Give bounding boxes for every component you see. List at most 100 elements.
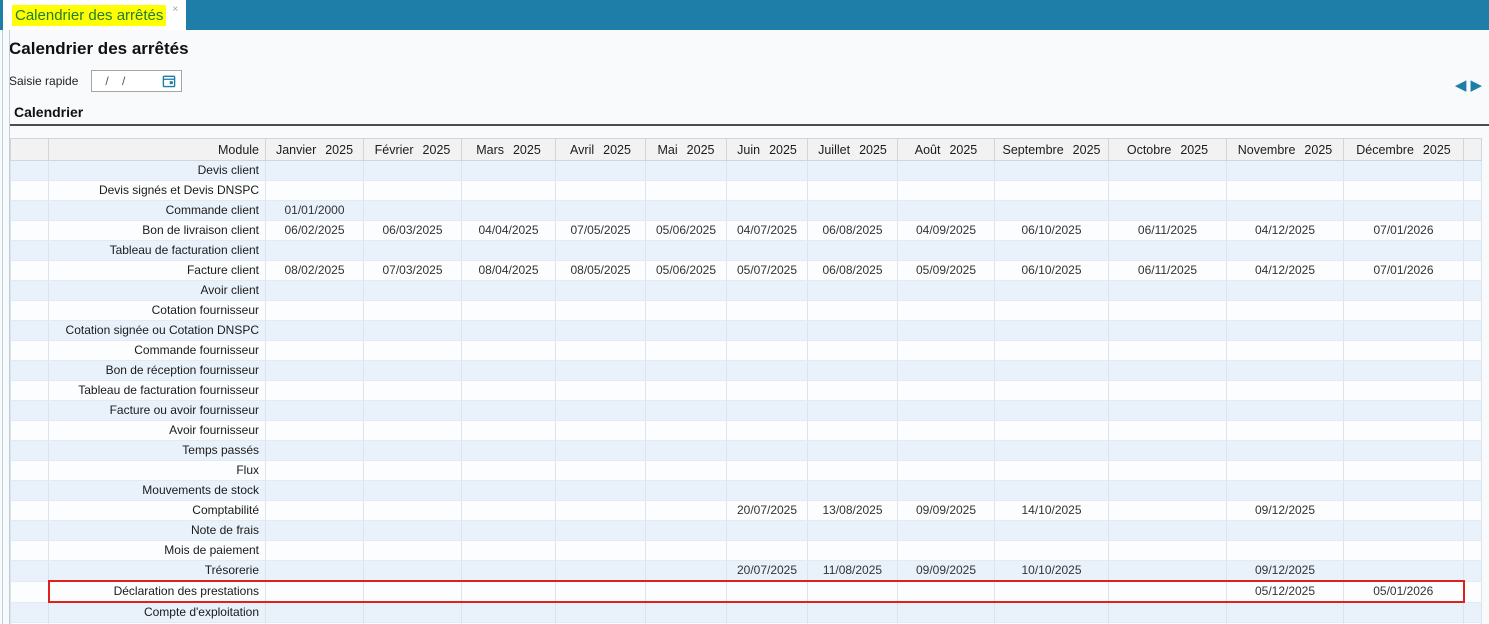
date-cell[interactable] — [556, 361, 646, 381]
date-cell[interactable] — [646, 241, 727, 261]
date-cell[interactable] — [808, 381, 898, 401]
row-selector[interactable] — [11, 261, 49, 281]
date-cell[interactable] — [1109, 381, 1227, 401]
date-cell[interactable] — [1227, 521, 1344, 541]
date-cell[interactable]: 06/03/2025 — [364, 221, 462, 241]
date-cell[interactable] — [1344, 241, 1464, 261]
date-cell[interactable] — [1344, 401, 1464, 421]
date-cell[interactable]: 08/05/2025 — [556, 261, 646, 281]
date-cell[interactable] — [995, 381, 1109, 401]
date-cell[interactable] — [266, 301, 364, 321]
date-cell[interactable] — [1109, 481, 1227, 501]
date-cell[interactable] — [364, 301, 462, 321]
date-cell[interactable] — [364, 421, 462, 441]
date-cell[interactable]: 04/09/2025 — [898, 221, 995, 241]
date-cell[interactable] — [266, 441, 364, 461]
calendar-icon[interactable] — [162, 74, 176, 88]
date-cell[interactable]: 05/09/2025 — [898, 261, 995, 281]
date-cell[interactable] — [266, 361, 364, 381]
date-cell[interactable] — [727, 401, 808, 421]
date-cell[interactable] — [1109, 521, 1227, 541]
date-cell[interactable] — [1344, 181, 1464, 201]
date-cell[interactable] — [898, 201, 995, 221]
date-cell[interactable] — [727, 321, 808, 341]
date-cell[interactable]: 20/07/2025 — [727, 501, 808, 521]
date-cell[interactable] — [1109, 321, 1227, 341]
date-cell[interactable]: 06/10/2025 — [995, 221, 1109, 241]
date-cell[interactable]: 14/10/2025 — [995, 501, 1109, 521]
date-cell[interactable] — [556, 481, 646, 501]
date-cell[interactable] — [1344, 441, 1464, 461]
date-cell[interactable] — [364, 181, 462, 201]
date-cell[interactable] — [266, 321, 364, 341]
date-cell[interactable]: 09/09/2025 — [898, 561, 995, 582]
date-cell[interactable] — [995, 181, 1109, 201]
date-cell[interactable] — [1109, 281, 1227, 301]
date-cell[interactable] — [727, 541, 808, 561]
date-cell[interactable] — [898, 241, 995, 261]
date-cell[interactable]: 07/05/2025 — [556, 221, 646, 241]
date-cell[interactable] — [808, 281, 898, 301]
date-cell[interactable] — [556, 521, 646, 541]
date-cell[interactable] — [1344, 281, 1464, 301]
date-cell[interactable] — [462, 441, 556, 461]
date-cell[interactable] — [556, 581, 646, 602]
date-cell[interactable]: 06/11/2025 — [1109, 221, 1227, 241]
date-cell[interactable] — [1227, 461, 1344, 481]
date-cell[interactable] — [1109, 461, 1227, 481]
date-cell[interactable]: 20/07/2025 — [727, 561, 808, 582]
date-cell[interactable] — [995, 301, 1109, 321]
row-selector[interactable] — [11, 281, 49, 301]
date-cell[interactable] — [462, 521, 556, 541]
date-cell[interactable] — [646, 541, 727, 561]
date-cell[interactable] — [727, 381, 808, 401]
date-cell[interactable] — [462, 501, 556, 521]
date-cell[interactable] — [1109, 441, 1227, 461]
date-cell[interactable] — [462, 581, 556, 602]
date-cell[interactable] — [808, 481, 898, 501]
date-cell[interactable] — [727, 421, 808, 441]
date-cell[interactable] — [727, 521, 808, 541]
date-cell[interactable] — [1344, 361, 1464, 381]
row-selector[interactable] — [11, 481, 49, 501]
date-cell[interactable] — [1344, 501, 1464, 521]
date-cell[interactable] — [364, 201, 462, 221]
date-cell[interactable] — [556, 301, 646, 321]
date-cell[interactable] — [266, 461, 364, 481]
date-cell[interactable] — [808, 401, 898, 421]
date-cell[interactable] — [556, 161, 646, 181]
date-cell[interactable] — [808, 241, 898, 261]
date-cell[interactable] — [266, 541, 364, 561]
date-cell[interactable]: 06/02/2025 — [266, 221, 364, 241]
row-selector[interactable] — [11, 441, 49, 461]
date-cell[interactable] — [727, 281, 808, 301]
date-cell[interactable] — [462, 481, 556, 501]
date-cell[interactable]: 11/08/2025 — [808, 561, 898, 582]
date-cell[interactable] — [556, 401, 646, 421]
date-cell[interactable]: 07/01/2026 — [1344, 221, 1464, 241]
date-cell[interactable] — [462, 181, 556, 201]
date-cell[interactable] — [364, 281, 462, 301]
date-cell[interactable]: 09/12/2025 — [1227, 501, 1344, 521]
date-cell[interactable] — [898, 581, 995, 602]
date-cell[interactable] — [898, 481, 995, 501]
date-cell[interactable]: 04/12/2025 — [1227, 261, 1344, 281]
date-cell[interactable] — [898, 361, 995, 381]
date-cell[interactable] — [462, 602, 556, 623]
date-cell[interactable] — [1227, 541, 1344, 561]
date-cell[interactable] — [727, 161, 808, 181]
date-cell[interactable]: 05/06/2025 — [646, 261, 727, 281]
row-selector[interactable] — [11, 341, 49, 361]
date-cell[interactable] — [808, 602, 898, 623]
date-cell[interactable] — [995, 602, 1109, 623]
date-cell[interactable] — [462, 361, 556, 381]
date-cell[interactable] — [556, 421, 646, 441]
date-cell[interactable] — [462, 241, 556, 261]
date-cell[interactable] — [808, 461, 898, 481]
date-cell[interactable] — [1227, 481, 1344, 501]
close-icon[interactable]: × — [172, 4, 178, 15]
date-cell[interactable]: 05/12/2025 — [1227, 581, 1344, 602]
date-cell[interactable] — [646, 602, 727, 623]
date-cell[interactable] — [646, 181, 727, 201]
date-cell[interactable] — [556, 561, 646, 582]
